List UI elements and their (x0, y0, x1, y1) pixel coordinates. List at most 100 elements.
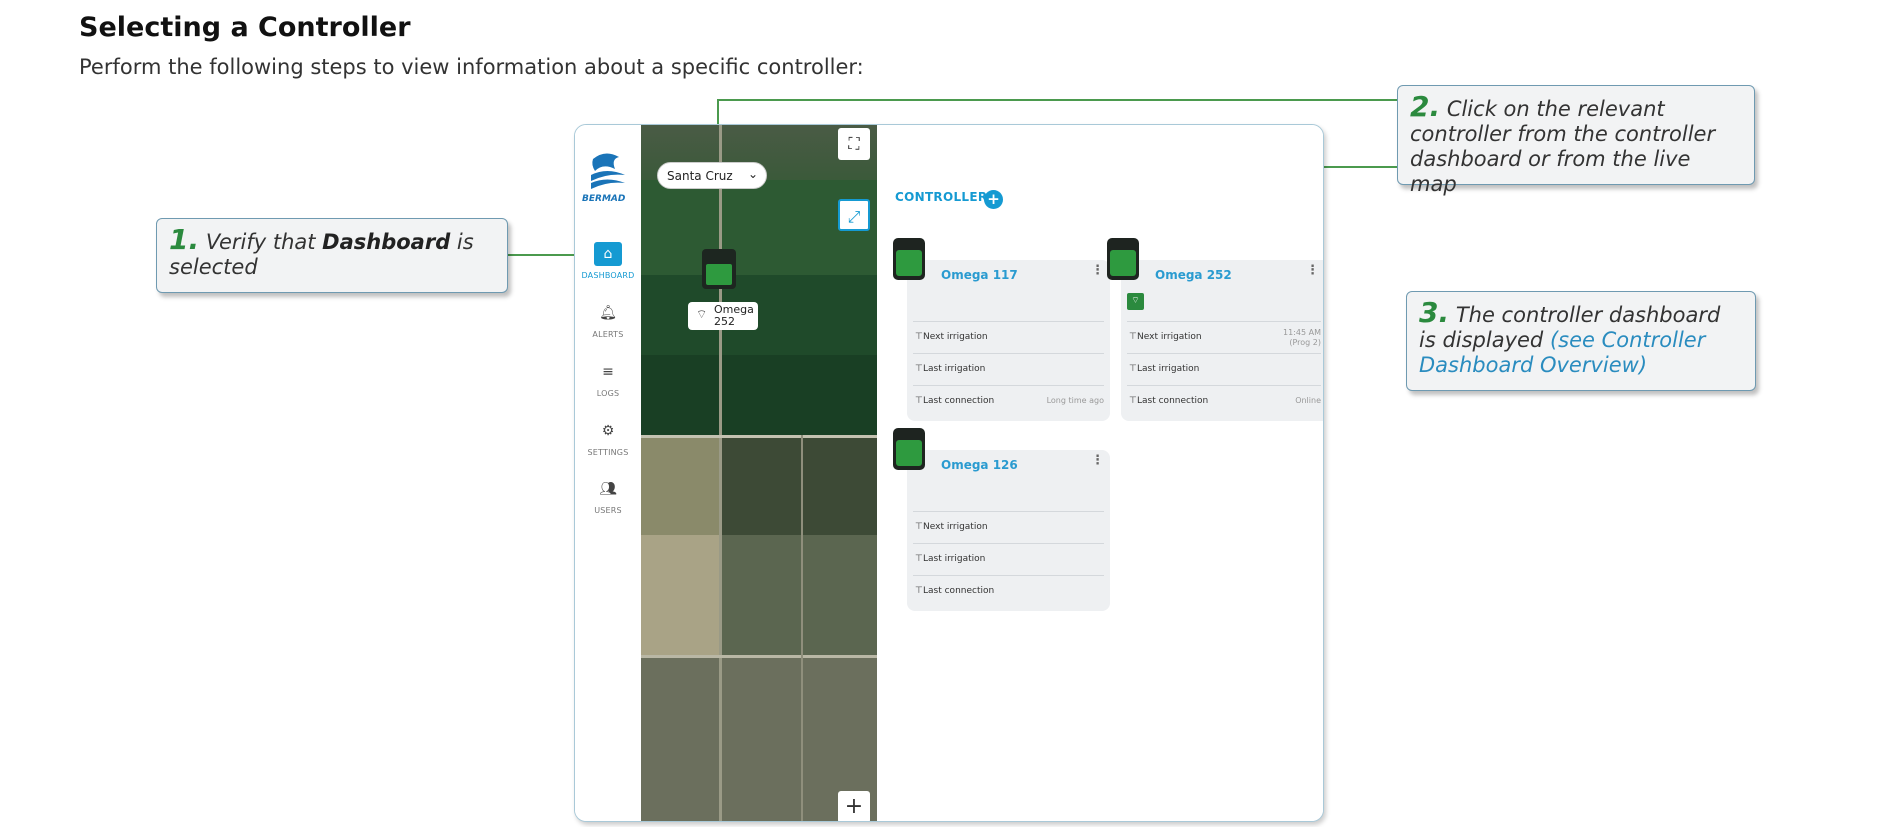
sidebar-item-label: LOGS (596, 389, 620, 398)
more-options-icon[interactable]: ⋮ (1091, 453, 1104, 468)
row-label: Last irrigation (923, 554, 986, 564)
location-select[interactable]: Santa Cruz ⌄ (657, 162, 767, 189)
more-options-icon[interactable]: ⋮ (1091, 263, 1104, 278)
callout-step-2: 2. Click on the relevant controller from… (1397, 85, 1755, 196)
controller-screen (706, 264, 732, 285)
controllers-dashboard: CONTROLLERS + Omega 117 ⋮ ⊤ Next irrigat… (877, 125, 1323, 821)
next-irrigation-time: 11:45 AM (1283, 328, 1321, 337)
step-number: 2. (1410, 90, 1441, 123)
step-text: Verify that (205, 230, 323, 254)
sidebar-item-users[interactable]: 👥︎ USERS (575, 477, 641, 515)
step-bold-text: Dashboard (322, 230, 451, 254)
controller-device-icon (1107, 238, 1139, 280)
document-page: Selecting a Controller Perform the follo… (0, 0, 1898, 827)
info-row-next-irrigation: ⊤ Next irrigation 11:45 AM (Prog 2) (1127, 321, 1321, 353)
logo-text: BERMAD (582, 194, 626, 204)
controller-device-icon (893, 428, 925, 470)
controller-device-icon (893, 238, 925, 280)
controller-marker[interactable] (702, 249, 736, 289)
home-icon: ⌂ (594, 242, 622, 266)
page-title: Selecting a Controller (79, 12, 411, 43)
wifi-icon: ⌔ (696, 307, 708, 321)
row-label: Last irrigation (1137, 364, 1200, 374)
controller-name[interactable]: Omega 252 (1155, 268, 1232, 282)
app-window: Santa Cruz ⌄ ⛶ ⤢ + ⌔ Omega 252 BERMAD ⌂ … (574, 124, 1324, 822)
intro-text: Perform the following steps to view info… (79, 55, 864, 79)
row-value: Long time ago (1046, 396, 1104, 405)
sidebar-item-label: SETTINGS (587, 448, 629, 457)
gear-icon: ⚙ (601, 423, 615, 439)
controller-card-omega-252[interactable]: Omega 252 ⋮ ⌔ ⊤ Next irrigation 11:45 AM… (1107, 238, 1323, 421)
map-field (721, 435, 877, 535)
sprinkler-icon: ⊤ (1129, 364, 1137, 374)
row-label: Next irrigation (923, 522, 988, 532)
map-road (801, 435, 803, 821)
info-row-last-irrigation: ⊤ Last irrigation (913, 543, 1104, 575)
sidebar-item-settings[interactable]: ⚙ SETTINGS (575, 419, 641, 457)
leader-line-step-2-top (717, 99, 1397, 101)
controller-marker-label[interactable]: ⌔ Omega 252 (688, 302, 758, 330)
controller-screen (896, 250, 922, 276)
sidebar-item-label: USERS (594, 506, 622, 515)
marker-label-line2: 252 (714, 315, 735, 328)
list-icon: ≡ (602, 364, 614, 380)
step-number: 3. (1419, 296, 1450, 329)
sidebar-item-dashboard[interactable]: ⌂ DASHBOARD (575, 242, 641, 280)
more-options-icon[interactable]: ⋮ (1306, 263, 1319, 278)
live-map[interactable]: Santa Cruz ⌄ ⛶ ⤢ + ⌔ Omega 252 (641, 125, 877, 821)
sidebar-item-alerts[interactable]: 🔔︎ ALERTS (575, 301, 641, 339)
controller-screen (1110, 250, 1136, 276)
sprinkler-icon: ⊤ (1129, 396, 1137, 406)
sprinkler-icon: ⊤ (915, 364, 923, 374)
map-field (641, 535, 721, 655)
sprinkler-icon: ⊤ (915, 586, 923, 596)
controller-name[interactable]: Omega 126 (941, 458, 1018, 472)
map-field (641, 275, 877, 355)
map-road (641, 435, 877, 438)
sprinkler-icon: ⊤ (915, 554, 923, 564)
row-label: Last connection (1137, 396, 1209, 406)
row-label: Last connection (923, 396, 995, 406)
controller-name[interactable]: Omega 117 (941, 268, 1018, 282)
zoom-in-button[interactable]: + (838, 791, 870, 821)
add-controller-button[interactable]: + (984, 190, 1003, 209)
chevron-down-icon: ⌄ (747, 167, 758, 181)
info-row-next-irrigation: ⊤ Next irrigation (913, 511, 1104, 543)
leader-line-step-1 (508, 254, 584, 256)
row-label: Last connection (923, 586, 995, 596)
row-label: Next irrigation (1137, 332, 1202, 342)
row-label: Last irrigation (923, 364, 986, 374)
fullscreen-button[interactable]: ⛶ (838, 128, 870, 160)
controllers-heading: CONTROLLERS (895, 190, 997, 204)
expand-map-button[interactable]: ⤢ (838, 199, 870, 231)
info-row-last-connection: ⊤ Last connection Long time ago (913, 385, 1104, 417)
info-row-last-irrigation: ⊤ Last irrigation (1127, 353, 1321, 385)
controller-card-omega-117[interactable]: Omega 117 ⋮ ⊤ Next irrigation ⊤ Last irr… (893, 238, 1110, 421)
sprinkler-icon: ⊤ (915, 522, 923, 532)
map-road (641, 655, 877, 658)
row-value: Online (1295, 396, 1321, 405)
sprinkler-icon: ⊤ (1129, 332, 1137, 342)
next-irrigation-program: (Prog 2) (1289, 338, 1321, 347)
wifi-icon: ⌔ (1127, 293, 1144, 310)
sidebar: BERMAD ⌂ DASHBOARD 🔔︎ ALERTS ≡ LOGS ⚙ SE… (575, 125, 641, 821)
sidebar-item-label: ALERTS (592, 330, 624, 339)
sprinkler-icon: ⊤ (915, 332, 923, 342)
map-road (719, 125, 722, 821)
row-value: 11:45 AM (Prog 2) (1283, 322, 1321, 348)
map-field (641, 355, 877, 435)
row-label: Next irrigation (923, 332, 988, 342)
location-select-value: Santa Cruz (667, 169, 733, 183)
users-icon: 👥︎ (599, 481, 617, 497)
map-field (721, 535, 877, 655)
sidebar-item-label: DASHBOARD (581, 271, 635, 280)
sprinkler-icon: ⊤ (915, 396, 923, 406)
callout-step-1: 1. Verify that Dashboard is selected (156, 218, 508, 293)
info-row-last-connection: ⊤ Last connection Online (1127, 385, 1321, 417)
step-text: Click on the relevant controller from th… (1410, 97, 1716, 196)
controller-card-omega-126[interactable]: Omega 126 ⋮ ⊤ Next irrigation ⊤ Last irr… (893, 428, 1110, 611)
bell-icon: 🔔︎ (599, 305, 617, 321)
sidebar-item-logs[interactable]: ≡ LOGS (575, 360, 641, 398)
info-row-last-irrigation: ⊤ Last irrigation (913, 353, 1104, 385)
map-field (641, 435, 721, 535)
